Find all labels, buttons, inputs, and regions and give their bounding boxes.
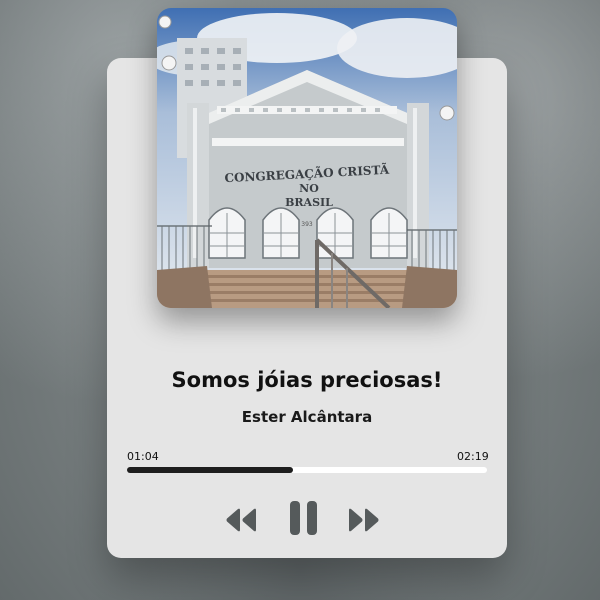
fast-forward-icon	[349, 508, 379, 532]
current-time: 01:04	[127, 450, 159, 463]
rewind-icon	[226, 508, 256, 532]
progress-fill	[127, 467, 293, 473]
sign-text-line3: BRASIL	[285, 196, 333, 209]
album-cover: CONGREGAÇÃO CRISTÃ NO BRASIL 393	[157, 8, 457, 308]
rewind-button[interactable]	[225, 507, 257, 533]
track-title: Somos jóias preciosas!	[171, 368, 443, 392]
track-artist: Ester Alcântara	[241, 408, 373, 426]
sign-text-line2: NO	[299, 182, 319, 195]
fast-forward-button[interactable]	[348, 507, 380, 533]
pause-icon	[290, 501, 317, 535]
progress-bar[interactable]	[127, 467, 487, 473]
pause-button[interactable]	[288, 500, 320, 536]
street-number: 393	[301, 221, 313, 228]
track-duration: 02:19	[457, 450, 489, 463]
